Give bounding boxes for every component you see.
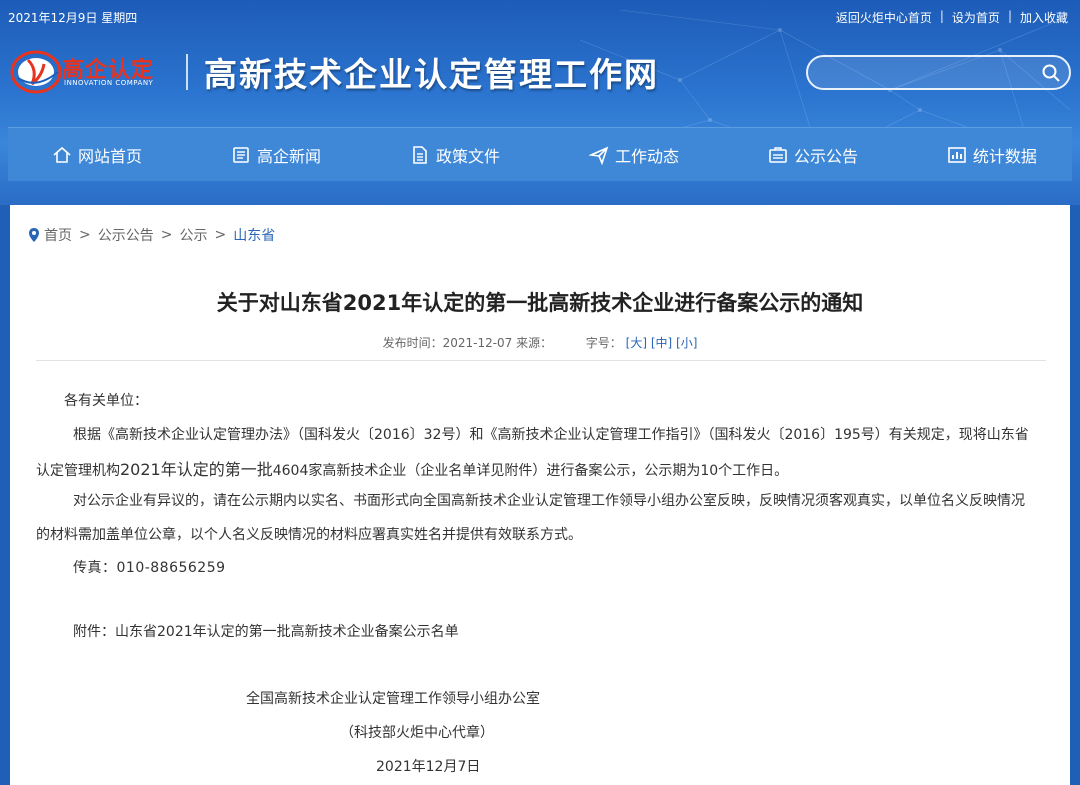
text-span: 2021年认定的第一批 <box>120 460 273 479</box>
location-pin-icon <box>29 228 39 242</box>
nav-label: 公示公告 <box>793 146 858 166</box>
nav-label: 网站首页 <box>78 146 143 166</box>
article-title: 关于对山东省2021年认定的第一批高新技术企业进行备案公示的通知 <box>216 291 864 315</box>
paragraph-objection-cont: 的材料需加盖单位公章，以个人名义反映情况的材料应署真实姓名并提供有效联系方式。 <box>36 527 582 543</box>
top-bar: 2021年12月9日 星期四 返回火炬中心首页 | 设为首页 | 加入收藏 <box>0 0 1080 32</box>
document-icon <box>413 145 427 164</box>
breadcrumb-separator: > <box>214 227 227 243</box>
search-input[interactable] <box>822 63 1032 83</box>
nav-news[interactable]: 高企新闻 <box>231 143 321 167</box>
nav-work-updates[interactable]: 工作动态 <box>588 143 679 167</box>
nav-label: 高企新闻 <box>256 146 321 166</box>
paragraph-objection: 对公示企业有异议的，请在公示期内以实名、书面形式向全国高新技术企业认定管理工作领… <box>73 493 1025 509</box>
current-date: 2021年12月9日 星期四 <box>8 11 138 25</box>
notice-icon <box>769 146 787 163</box>
text-span: 4604家高新技术企业（企业名单详见附件）进行备案公示，公示期为10个工作日。 <box>272 463 789 479</box>
article-panel: 首页 > 公示公告 > 公示 > 山东省 关于对山东省2021年认定的第一批高新… <box>10 205 1070 785</box>
paper-plane-icon <box>588 146 609 165</box>
paragraph-basis-cont: 认定管理机构2021年认定的第一批4604家高新技术企业（企业名单详见附件）进行… <box>36 456 788 480</box>
nav-home[interactable]: 网站首页 <box>52 143 142 167</box>
separator: | <box>939 9 944 23</box>
nav-policy[interactable]: 政策文件 <box>410 143 500 167</box>
font-size-medium[interactable]: [中] <box>651 336 672 350</box>
link-set-homepage[interactable]: 设为首页 <box>952 9 1000 26</box>
signature-date: 2021年12月7日 <box>376 759 481 775</box>
signature-office: 全国高新技术企业认定管理工作领导小组办公室 <box>246 691 540 707</box>
article-meta: 发布时间：2021-12-07 来源： 字号： [大] [中] [小] <box>10 334 1070 351</box>
breadcrumb-separator: > <box>79 227 91 243</box>
nav-label: 政策文件 <box>435 146 500 166</box>
news-icon <box>233 146 249 163</box>
link-torch-home[interactable]: 返回火炬中心首页 <box>836 9 932 26</box>
font-size-label: 字号： <box>585 336 622 350</box>
link-add-favorite[interactable]: 加入收藏 <box>1020 9 1068 26</box>
breadcrumb-shandong[interactable]: 山东省 <box>233 225 275 245</box>
search-icon[interactable] <box>1041 63 1061 83</box>
home-icon <box>53 146 71 163</box>
paragraph-basis: 根据《高新技术企业认定管理办法》（国科发火〔2016〕32号）和《高新技术企业认… <box>73 427 1029 443</box>
search-box <box>806 55 1071 90</box>
salutation: 各有关单位： <box>64 393 148 409</box>
font-size-small[interactable]: [小] <box>676 336 697 350</box>
title-divider <box>36 360 1046 361</box>
publish-info: 发布时间：2021-12-07 来源： <box>382 336 553 350</box>
chart-icon <box>948 146 966 163</box>
attachment-link[interactable]: 附件：山东省2021年认定的第一批高新技术企业备案公示名单 <box>73 621 459 641</box>
nav-announcements[interactable]: 公示公告 <box>768 143 858 167</box>
nav-statistics[interactable]: 统计数据 <box>947 143 1037 167</box>
breadcrumb: 首页 > 公示公告 > 公示 > 山东省 <box>28 225 275 245</box>
site-title: 高新技术企业认定管理工作网 <box>204 55 659 94</box>
logo-subtitle: INNOVATION COMPANY <box>64 79 154 87</box>
breadcrumb-separator: > <box>160 227 173 243</box>
main-nav: 网站首页 高企新闻 政策文件 工作动态 公示公告 统计数据 <box>8 127 1072 181</box>
breadcrumb-public-notice[interactable]: 公示 <box>179 225 207 245</box>
top-links: 返回火炬中心首页 | 设为首页 | 加入收藏 <box>836 9 1068 26</box>
breadcrumb-home[interactable]: 首页 <box>44 225 72 245</box>
text-span: 认定管理机构 <box>36 463 120 479</box>
separator: | <box>1007 9 1012 23</box>
fax-number: 传真：010-88656259 <box>73 560 226 576</box>
breadcrumb-announcements[interactable]: 公示公告 <box>98 225 154 245</box>
signature-seal: （科技部火炬中心代章） <box>340 725 494 741</box>
nav-label: 统计数据 <box>972 146 1037 166</box>
font-size-large[interactable]: [大] <box>626 336 647 350</box>
logo-divider <box>186 54 188 90</box>
nav-label: 工作动态 <box>614 146 679 166</box>
